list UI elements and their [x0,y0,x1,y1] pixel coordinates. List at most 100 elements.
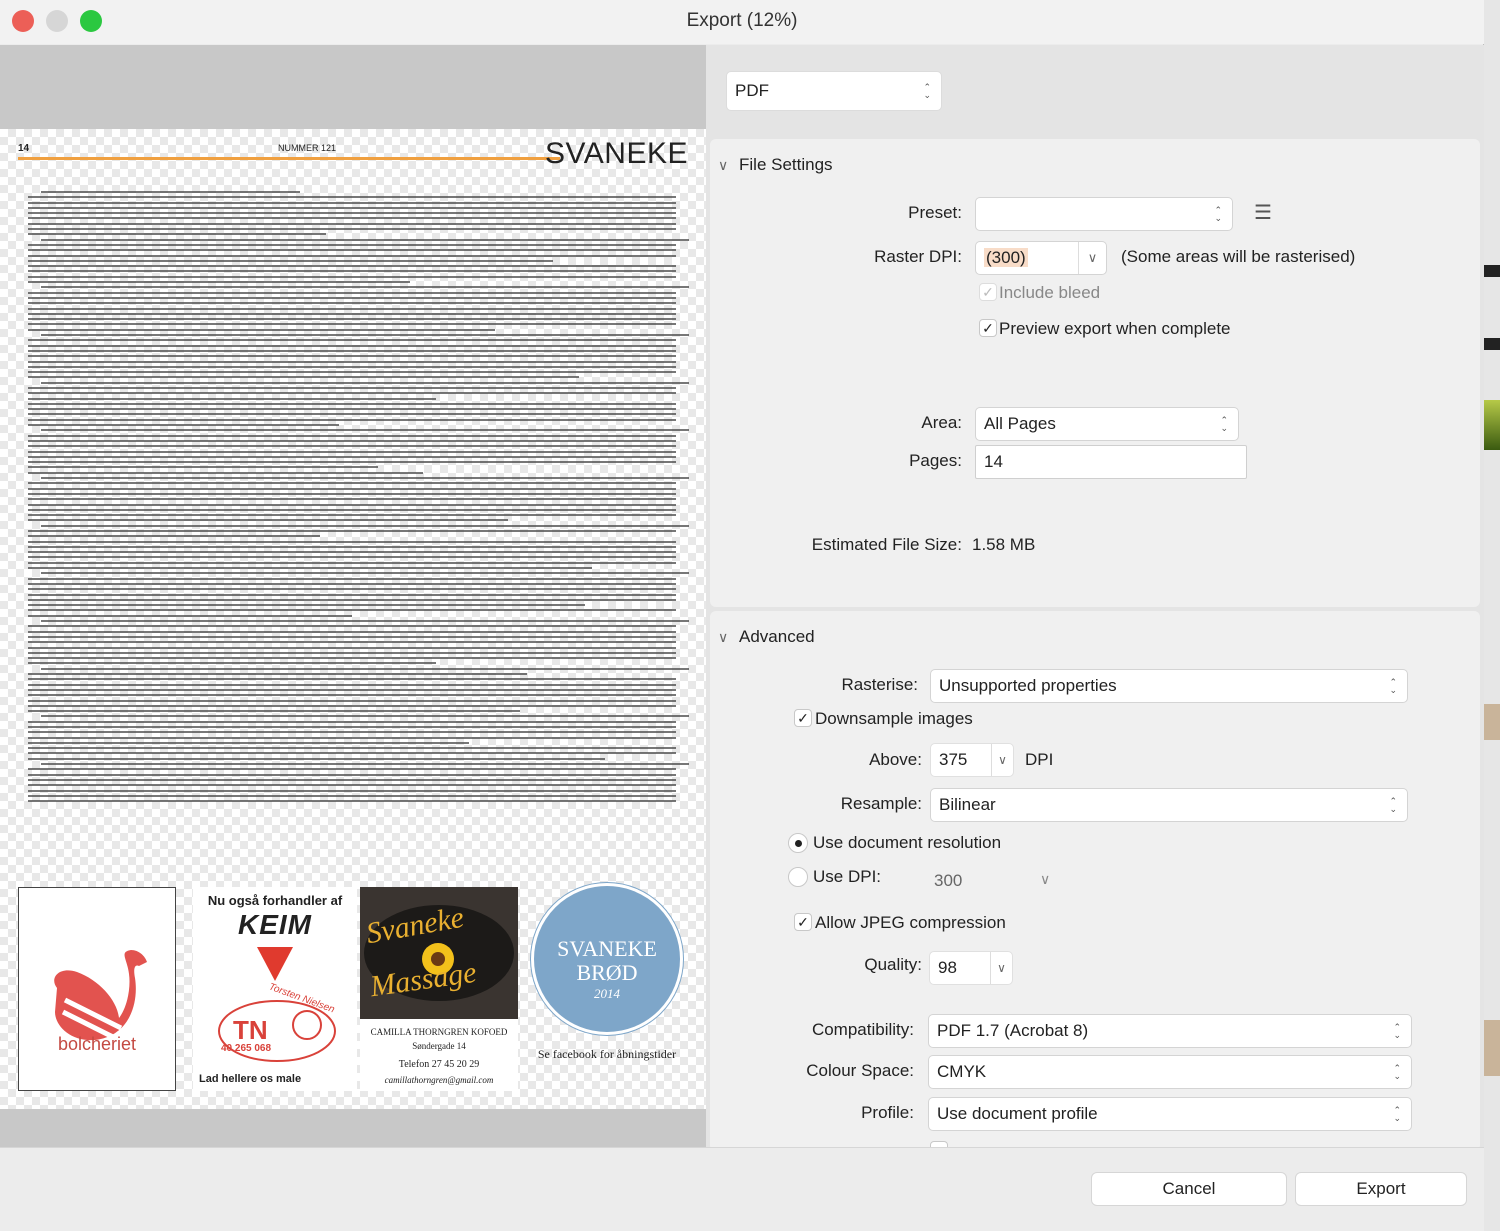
body-text-line [28,773,676,776]
body-text-line [28,778,676,781]
colour-space-select[interactable]: CMYK ⌃ ⌄ [928,1055,1412,1089]
body-text-line [28,508,676,511]
ad2-footer: Lad hellere os male [199,1073,302,1085]
export-preview: 14 NUMMER 121 SVANEKE bolcheriet Nu også… [0,45,706,1147]
ad-svaneke-massage: Svaneke Massage CAMILLA THORNGREN KOFOED… [360,887,518,1091]
body-text-line [28,355,676,358]
body-text-line [28,492,676,495]
downsample-checkbox[interactable]: ✓ [794,709,812,727]
body-text-line [28,233,327,236]
body-text-line [28,662,437,665]
body-text-line [28,360,676,363]
page-brand: SVANEKE [545,137,688,170]
area-select[interactable]: All Pages ⌃ ⌄ [975,407,1239,441]
body-text-line [28,582,676,585]
use-dpi-radio[interactable] [788,867,808,887]
body-text-line [28,424,340,427]
body-text-line [28,318,676,321]
cancel-button[interactable]: Cancel [1091,1172,1287,1206]
body-text-line [40,477,689,480]
body-text-line [28,222,676,225]
bread-badge: SVANEKE BRØD 2014 [531,883,683,1035]
export-button[interactable]: Export [1295,1172,1467,1206]
issue-number: NUMMER 121 [278,143,337,153]
allow-jpeg-checkbox[interactable]: ✓ [794,913,812,931]
use-dpi-value[interactable]: 300 [934,871,962,891]
quality-label: Quality: [864,955,922,974]
pages-input[interactable]: 14 [975,445,1247,479]
pages-label: Pages: [909,451,962,470]
body-text-line [28,259,553,262]
raster-dpi-combo[interactable]: (300) ∨ [975,241,1107,275]
body-text-line [28,487,676,490]
body-text-line [28,365,676,368]
body-text-line [28,535,320,538]
body-text-line [28,646,676,649]
strip-swatch-tan [1484,704,1500,740]
body-text-line [28,567,592,570]
include-bleed-checkbox[interactable]: ✓ [979,283,997,301]
advanced-header[interactable]: Advanced [739,627,815,647]
body-text-line [28,349,676,352]
format-stepper-icon: ⌃ ⌄ [923,82,931,100]
rasterise-select[interactable]: Unsupported properties ⌃ ⌄ [930,669,1408,703]
body-text-line [28,625,676,628]
ad3-phone: Telefon 27 45 20 29 [398,1059,480,1070]
above-unit: DPI [1025,750,1054,769]
preset-menu-icon[interactable]: ☰ [1254,203,1272,223]
above-dropdown-icon[interactable]: ∨ [991,744,1013,776]
above-combo[interactable]: 375 ∨ [930,743,1014,777]
body-text-line [28,466,378,469]
preview-export-checkbox[interactable]: ✓ [979,319,997,337]
body-text-line [28,392,676,395]
above-label: Above: [869,750,922,769]
quality-dropdown-icon[interactable]: ∨ [990,952,1012,984]
profile-value: Use document profile [937,1104,1098,1123]
body-text-line [28,699,676,702]
body-text-line [28,710,521,713]
body-text-line [28,376,579,379]
advanced-chevron-icon[interactable]: ∨ [718,629,728,646]
downsample-label: Downsample images [815,709,973,728]
profile-select[interactable]: Use document profile ⌃ ⌄ [928,1097,1412,1131]
compat-label: Compatibility: [811,1020,914,1039]
body-text-line [28,556,676,559]
body-text-line [28,434,676,437]
body-text-line [28,593,676,596]
quality-combo[interactable]: 98 ∨ [929,951,1013,985]
body-text-line [28,275,676,278]
body-text-line [28,657,676,660]
svg-text:TN: TN [233,1015,268,1045]
area-stepper-icon: ⌃ ⌄ [1220,415,1228,433]
file-settings-header[interactable]: File Settings [739,155,833,175]
body-text-line [28,757,605,760]
format-select[interactable]: PDF ⌃ ⌄ [726,71,942,111]
body-text-line [28,312,676,315]
body-text-line [28,228,676,231]
resample-label: Resample: [840,794,922,813]
raster-dpi-dropdown-icon[interactable]: ∨ [1078,242,1106,274]
use-dpi-dropdown-icon[interactable]: ∨ [1040,871,1050,888]
painter-logo-icon: TN [218,1000,336,1062]
body-text-line [28,609,676,612]
resample-select[interactable]: Bilinear ⌃ ⌄ [930,788,1408,822]
body-text-line [28,768,676,771]
body-text-line [28,530,676,532]
compat-select[interactable]: PDF 1.7 (Acrobat 8) ⌃ ⌄ [928,1014,1412,1048]
rasterise-stepper-icon: ⌃ ⌄ [1389,677,1397,695]
preset-select[interactable]: ⌃ ⌄ [975,197,1233,231]
export-settings-panel: PDF ⌃ ⌄ ∨ File Settings Preset: ⌃ ⌄ ☰ Rast… [706,45,1484,1147]
body-text-line [28,752,676,755]
use-doc-res-label: Use document resolution [813,833,1002,852]
ad4-year: 2014 [594,986,620,1001]
body-text-line [28,577,676,580]
body-text-line [40,715,689,718]
body-text-line [28,561,676,564]
keim-logo: KEIM [238,909,312,940]
colour-space-stepper-icon: ⌃ ⌄ [1393,1063,1401,1081]
collapse-chevron-icon[interactable]: ∨ [718,157,728,174]
body-text-line [28,683,676,686]
use-doc-res-radio[interactable] [788,833,808,853]
body-text-line [28,254,676,257]
body-text-line [28,694,676,697]
